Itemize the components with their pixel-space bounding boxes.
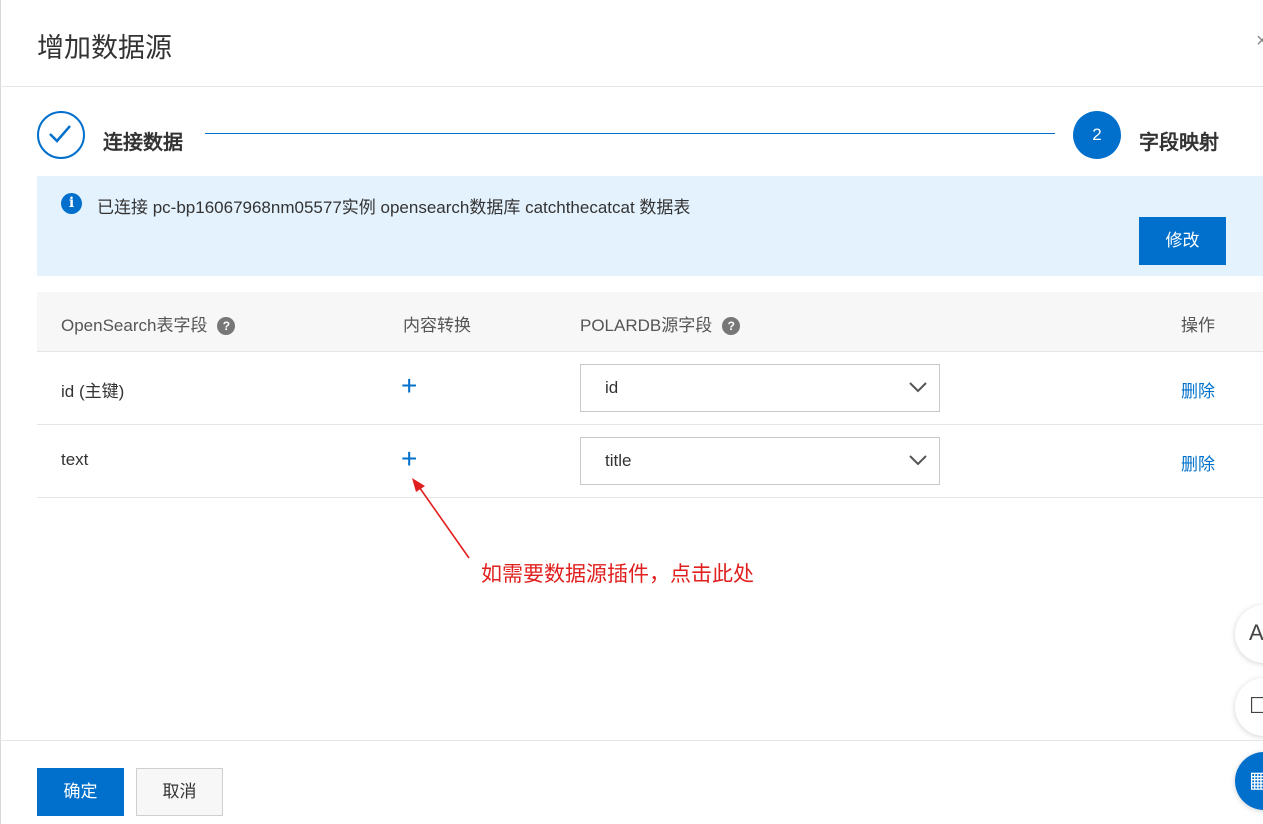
delete-link[interactable]: 删除 <box>1181 377 1215 402</box>
header-opensearch-field-label: OpenSearch表字段 <box>61 316 208 335</box>
confirm-button[interactable]: 确定 <box>37 768 124 816</box>
annotation-arrow-icon <box>412 478 470 559</box>
step-complete-check-icon <box>37 111 85 159</box>
step-connector-line <box>205 133 1055 134</box>
header-content-convert: 内容转换 <box>403 316 471 335</box>
table-row: text + title 删除 <box>37 425 1263 498</box>
chevron-down-icon <box>909 455 927 466</box>
feedback-button[interactable]: ☐ <box>1235 678 1263 736</box>
opensearch-field-name: text <box>61 450 89 469</box>
header-source-field: POLARDB源字段? <box>580 311 741 336</box>
dialog-title: 增加数据源 <box>37 33 172 63</box>
step-2-label: 字段映射 <box>1139 132 1219 154</box>
annotation-text: 如需要数据源插件，点击此处 <box>481 562 754 586</box>
ai-icon: A <box>1249 620 1263 645</box>
mapping-table-header: OpenSearch表字段? 内容转换 POLARDB源字段? 操作 <box>37 292 1263 352</box>
step-2-number: 2 <box>1073 111 1121 159</box>
chevron-down-icon <box>909 382 927 393</box>
chat-icon: ☐ <box>1249 693 1263 718</box>
source-field-select[interactable]: title <box>580 437 940 485</box>
header-action: 操作 <box>1181 316 1215 335</box>
modify-button[interactable]: 修改 <box>1139 217 1226 265</box>
header-opensearch-field: OpenSearch表字段? <box>61 311 236 336</box>
help-icon[interactable]: ? <box>722 317 741 335</box>
dialog-left-border <box>0 0 1 824</box>
step-1-label: 连接数据 <box>103 132 183 154</box>
close-icon[interactable]: × <box>1256 30 1263 53</box>
help-icon[interactable]: ? <box>217 317 236 335</box>
table-row: id (主键) + id 删除 <box>37 352 1263 425</box>
opensearch-field-name: id (主键) <box>61 382 125 401</box>
footer-divider <box>0 740 1263 741</box>
connection-info-banner: i 已连接 pc-bp16067968nm05577实例 opensearch数… <box>37 176 1263 276</box>
source-field-value: id <box>605 378 619 397</box>
cancel-button[interactable]: 取消 <box>136 768 223 816</box>
source-field-select[interactable]: id <box>580 364 940 412</box>
delete-link[interactable]: 删除 <box>1181 450 1215 475</box>
info-icon: i <box>61 193 82 214</box>
source-field-value: title <box>605 451 632 470</box>
ai-assistant-button[interactable]: A <box>1235 605 1263 663</box>
header-source-field-label: POLARDB源字段 <box>580 316 713 335</box>
grid-icon: ▦ <box>1249 767 1263 792</box>
dialog-header: 增加数据源 × <box>0 0 1263 87</box>
connection-info-text: 已连接 pc-bp16067968nm05577实例 opensearch数据库… <box>97 198 691 217</box>
add-content-convert-plus-icon[interactable]: + <box>401 370 417 402</box>
apps-button[interactable]: ▦ <box>1235 752 1263 810</box>
